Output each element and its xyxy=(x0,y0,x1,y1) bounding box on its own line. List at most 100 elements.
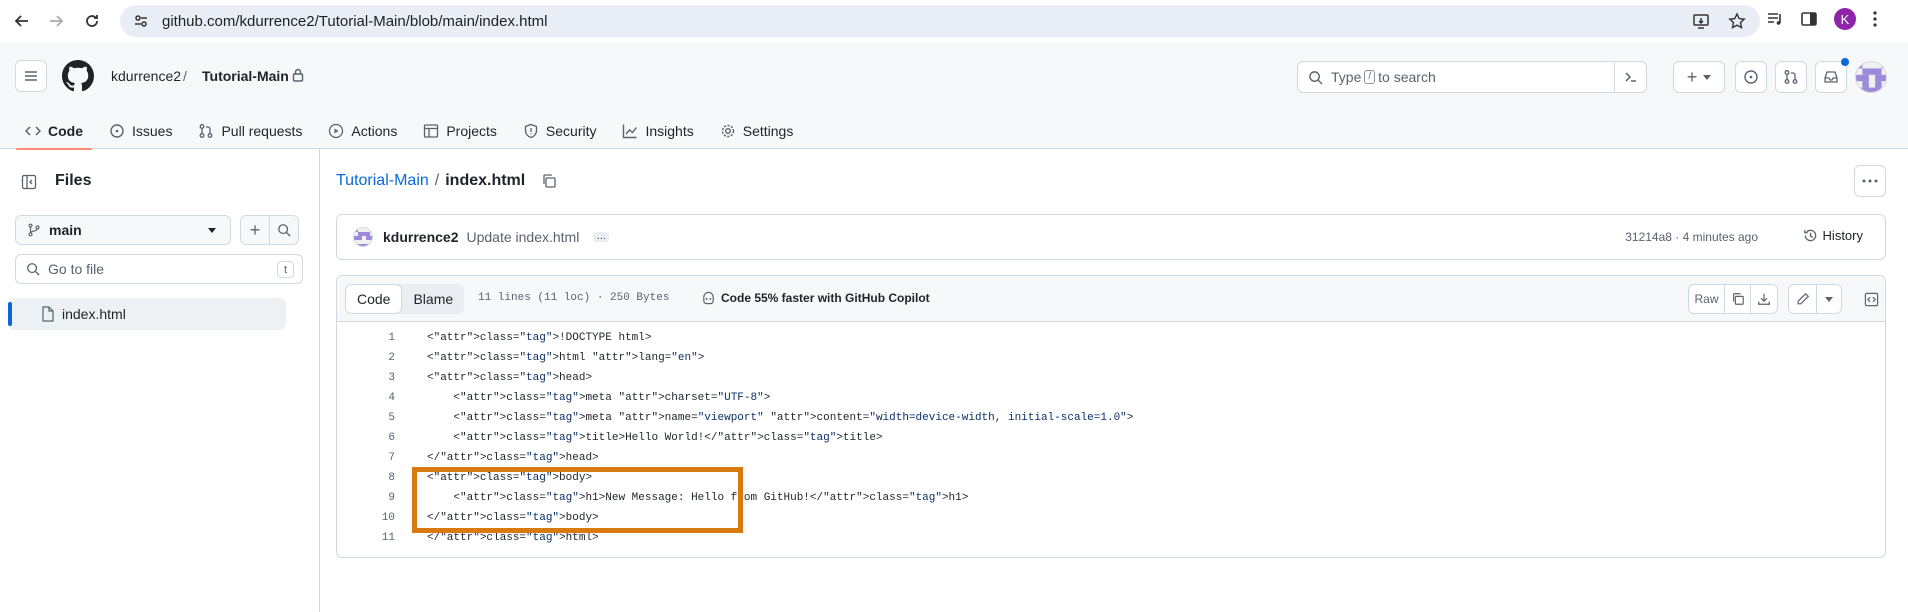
edit-file-button[interactable] xyxy=(1789,285,1817,313)
symbols-panel-button[interactable] xyxy=(1857,285,1885,313)
tab-projects[interactable]: Projects xyxy=(414,112,506,149)
line-number[interactable]: 1 xyxy=(337,332,395,344)
commit-author-link[interactable]: kdurrence2 xyxy=(383,229,458,245)
back-arrow-icon[interactable] xyxy=(8,7,36,35)
code-square-icon xyxy=(1864,292,1878,306)
line-number[interactable]: 6 xyxy=(337,432,395,444)
pull-requests-button[interactable] xyxy=(1775,61,1807,93)
issue-icon xyxy=(1744,70,1758,84)
line-number[interactable]: 5 xyxy=(337,412,395,424)
tab-code[interactable]: Code xyxy=(16,112,92,150)
repo-owner-link[interactable]: kdurrence2 xyxy=(111,68,181,84)
issue-icon xyxy=(110,123,124,138)
more-options-button[interactable] xyxy=(1854,165,1886,197)
breadcrumb-repo-link[interactable]: Tutorial-Main xyxy=(336,172,429,190)
github-logo-icon[interactable] xyxy=(62,60,94,92)
edit-options-dropdown[interactable] xyxy=(1817,285,1841,313)
code-line-text: <"attr">class="tag">html "attr">lang="en… xyxy=(427,352,705,364)
code-line-text: </"attr">class="tag">html> xyxy=(427,532,599,544)
file-icon xyxy=(42,306,54,322)
raw-button[interactable]: Raw xyxy=(1689,285,1725,313)
code-line: 9 <"attr">class="tag">h1>New Message: He… xyxy=(337,488,1885,508)
tab-label: Actions xyxy=(351,122,398,139)
bookmark-star-icon[interactable] xyxy=(1728,12,1746,30)
commit-message-link[interactable]: Update index.html xyxy=(466,229,579,245)
forward-arrow-icon[interactable] xyxy=(42,7,70,35)
reload-icon[interactable] xyxy=(78,7,106,35)
blame-view-button[interactable]: Blame xyxy=(402,284,464,314)
code-toolbar: Code Blame 11 lines (11 loc) · 250 Bytes… xyxy=(337,276,1885,322)
line-number[interactable]: 9 xyxy=(337,492,395,504)
go-to-file-input[interactable]: Go to file t xyxy=(15,254,303,284)
caret-down-icon xyxy=(1825,296,1833,302)
tab-label: Settings xyxy=(742,122,794,139)
commit-sha-and-time[interactable]: 31214a8 · 4 minutes ago xyxy=(1625,230,1758,244)
line-number[interactable]: 2 xyxy=(337,352,395,364)
copilot-promo-text: Code 55% faster with GitHub Copilot xyxy=(721,291,930,305)
go-to-file-shortcut: t xyxy=(277,261,294,278)
tab-label: Projects xyxy=(446,122,497,139)
create-new-button[interactable]: + xyxy=(1673,61,1725,93)
add-file-button[interactable]: + xyxy=(240,215,270,245)
collapse-sidebar-button[interactable] xyxy=(14,167,44,197)
code-line-text: <"attr">class="tag">h1>New Message: Hell… xyxy=(427,492,969,504)
caret-down-icon xyxy=(1703,74,1712,80)
download-icon xyxy=(1758,293,1770,305)
line-number[interactable]: 10 xyxy=(337,512,395,524)
inbox-button[interactable] xyxy=(1815,61,1847,93)
commit-author-avatar[interactable] xyxy=(353,227,373,247)
identicon-icon xyxy=(354,228,372,246)
tab-actions[interactable]: Actions xyxy=(319,112,406,149)
github-header: kdurrence2 / Tutorial-Main Type / to sea… xyxy=(0,43,1908,150)
kebab-menu-icon[interactable] xyxy=(1872,10,1878,28)
search-files-button[interactable] xyxy=(269,215,299,245)
file-tree-item[interactable]: index.html xyxy=(8,298,286,330)
browser-profile-avatar[interactable]: K xyxy=(1834,8,1856,30)
tab-settings[interactable]: Settings xyxy=(711,112,803,149)
side-panel-icon[interactable] xyxy=(1800,10,1818,28)
user-avatar[interactable] xyxy=(1855,61,1887,93)
owner-repo-separator: / xyxy=(183,68,187,84)
code-line: 3 <"attr">class="tag">head> xyxy=(337,368,1885,388)
line-number[interactable]: 7 xyxy=(337,452,395,464)
code-line-text: <"attr">class="tag">head> xyxy=(427,372,593,384)
copilot-promo-link[interactable]: Code 55% faster with GitHub Copilot xyxy=(701,291,930,305)
plus-icon: + xyxy=(1686,66,1698,87)
file-tree-sidebar: Files main + Go to file t index.html xyxy=(0,149,320,612)
tab-security[interactable]: Security xyxy=(514,112,606,149)
expand-commit-message-button[interactable]: … xyxy=(593,232,610,242)
line-number[interactable]: 4 xyxy=(337,392,395,404)
copy-path-icon[interactable] xyxy=(541,173,557,189)
line-number[interactable]: 8 xyxy=(337,472,395,484)
tab-label: Pull requests xyxy=(221,122,303,139)
command-palette-button[interactable] xyxy=(1614,62,1646,92)
media-control-icon[interactable] xyxy=(1766,10,1784,28)
search-icon xyxy=(1309,70,1323,85)
line-number[interactable]: 3 xyxy=(337,372,395,384)
code-view-button[interactable]: Code xyxy=(345,284,403,314)
site-settings-icon[interactable] xyxy=(134,14,148,28)
address-bar[interactable]: github.com/kdurrence2/Tutorial-Main/blob… xyxy=(120,5,1760,37)
code-line: 8 <"attr">class="tag">body> xyxy=(337,468,1885,488)
latest-commit-bar: kdurrence2 Update index.html … 31214a8 ·… xyxy=(336,214,1886,260)
issues-button[interactable] xyxy=(1735,61,1767,93)
code-line: 4 <"attr">class="tag">meta "attr">charse… xyxy=(337,388,1885,408)
search-placeholder-suffix: to search xyxy=(1378,69,1436,85)
code-line: 6 <"attr">class="tag">title>Hello World!… xyxy=(337,428,1885,448)
history-button[interactable]: History xyxy=(1803,228,1863,243)
tab-issues[interactable]: Issues xyxy=(100,112,181,149)
search-input[interactable]: Type / to search xyxy=(1297,61,1647,93)
install-app-icon[interactable] xyxy=(1692,12,1710,30)
url-text[interactable]: github.com/kdurrence2/Tutorial-Main/blob… xyxy=(162,13,547,30)
line-number[interactable]: 11 xyxy=(337,532,395,544)
code-line-text: <"attr">class="tag">body> xyxy=(427,472,593,484)
sidebar-collapse-icon xyxy=(21,174,37,190)
search-shortcut-key: / xyxy=(1364,70,1376,84)
tab-insights[interactable]: Insights xyxy=(613,112,702,149)
branch-selector[interactable]: main xyxy=(15,215,231,245)
repo-name-link[interactable]: Tutorial-Main xyxy=(202,68,289,84)
download-raw-button[interactable] xyxy=(1751,285,1777,313)
tab-pull-requests[interactable]: Pull requests xyxy=(189,112,311,149)
hamburger-menu-button[interactable] xyxy=(15,60,47,92)
copy-raw-button[interactable] xyxy=(1725,285,1751,313)
